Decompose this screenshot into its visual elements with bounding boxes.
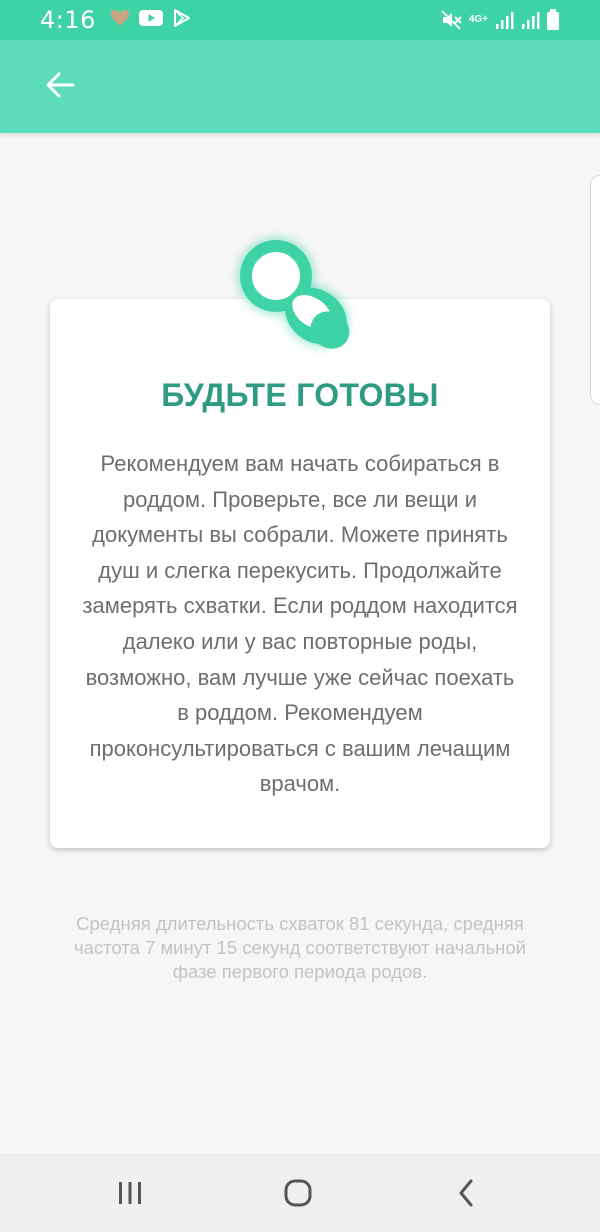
status-system-icons: 4G+: [441, 9, 560, 31]
mute-icon: [441, 10, 463, 30]
network-type-label: 4G+: [468, 14, 488, 25]
app-bar: [0, 40, 600, 133]
card-body: Рекомендуем вам начать собираться в родд…: [82, 451, 518, 797]
system-nav-bar: [0, 1154, 600, 1232]
recent-apps-icon: [117, 1181, 143, 1210]
screen: 4:16 4G+ БУДЬТЕ ГОТОВЫ Рекомендуем вам н…: [0, 0, 600, 1232]
home-icon: [283, 1178, 313, 1213]
system-back-button[interactable]: [436, 1173, 496, 1217]
pacifier-icon: [224, 226, 374, 376]
signal-icon: [520, 10, 540, 30]
status-time: 4:16: [40, 6, 96, 34]
back-icon: [456, 1178, 476, 1213]
arrow-left-icon: [45, 72, 75, 103]
status-bar: 4:16 4G+: [0, 0, 600, 40]
signal-icon: [494, 10, 514, 30]
advice-card: БУДЬТЕ ГОТОВЫ Рекомендуем вам начать соб…: [50, 299, 550, 848]
home-button[interactable]: [268, 1173, 328, 1217]
play-store-icon: [172, 8, 192, 33]
contractions-summary: Средняя длительность схваток 81 секунда,…: [74, 913, 526, 982]
heart-icon: [110, 9, 130, 32]
recent-apps-button[interactable]: [100, 1173, 160, 1217]
youtube-icon: [138, 9, 163, 32]
back-button[interactable]: [30, 64, 90, 110]
battery-icon: [546, 9, 560, 31]
next-card-edge[interactable]: [590, 175, 600, 405]
card-title: БУДЬТЕ ГОТОВЫ: [161, 377, 439, 413]
status-notification-icons: [110, 8, 192, 33]
